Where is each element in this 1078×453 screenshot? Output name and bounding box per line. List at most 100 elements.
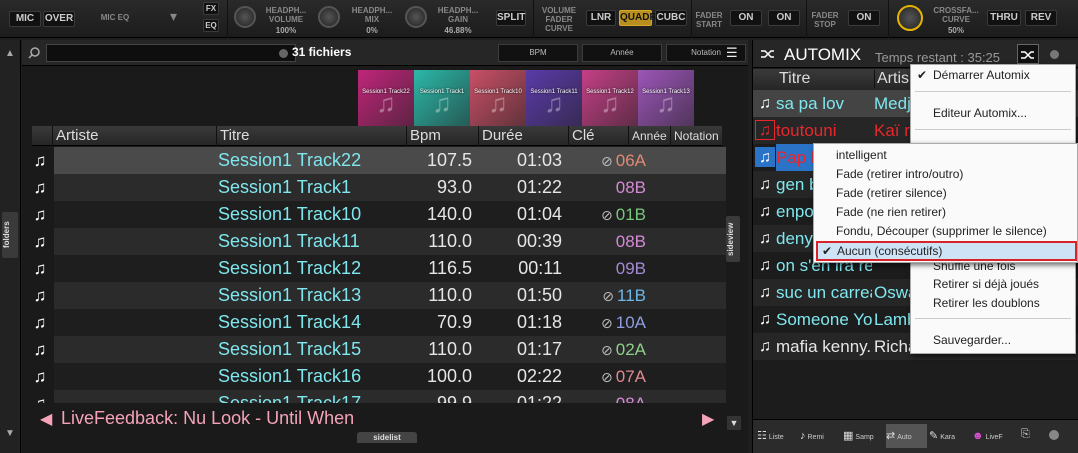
- col-cle[interactable]: Clé: [568, 126, 628, 146]
- cell-bpm: 116.5: [428, 258, 472, 278]
- cover-thumbnail[interactable]: ♫ Session1 Track10: [470, 70, 526, 126]
- filter-bpm[interactable]: BPM: [498, 44, 578, 62]
- table-row[interactable]: ♫ Session1 Track12 116.5 00:11 09B: [22, 255, 726, 282]
- cell-bpm: 70.9: [436, 312, 472, 332]
- browser-scrollbar[interactable]: sideview ▼: [726, 126, 744, 430]
- automix-tab-kara[interactable]: ✎ Kara: [929, 424, 970, 448]
- automix-bottom-tabs: ☷ Liste ♪ Remi ▦ Samp ⇄ Auto ✎ Kara ☻ LiveF ⎘: [753, 419, 1078, 453]
- fader-start-on-2[interactable]: ON: [768, 10, 800, 26]
- automix-tab-auto[interactable]: ⇄ Auto: [886, 424, 927, 448]
- col-notation[interactable]: Notation: [670, 126, 722, 146]
- submenu-fade-silence[interactable]: Fade (retirer silence): [836, 184, 947, 203]
- thru-button[interactable]: THRU: [987, 10, 1021, 26]
- scroll-down-icon[interactable]: ▼: [727, 416, 741, 430]
- automix-tab-samp[interactable]: ▦ Samp: [843, 424, 884, 448]
- col-duree[interactable]: Durée: [478, 126, 568, 146]
- collapse-down-icon[interactable]: ▼: [5, 428, 15, 439]
- col-titre[interactable]: Titre: [216, 126, 406, 146]
- col-annee[interactable]: Année: [628, 126, 670, 146]
- table-row[interactable]: ♫ Session1 Track10 140.0 01:04 ⊘ 01B: [22, 201, 726, 228]
- sidelist-tab[interactable]: sidelist: [357, 432, 417, 443]
- cover-thumbnail[interactable]: ♫ Session1 Track22: [358, 70, 414, 126]
- table-row[interactable]: ♫ Session1 Track13 110.0 01:50 ⊘ 11B: [22, 282, 726, 309]
- submenu-aucun-highlight[interactable]: ✔ Aucun (consécutifs): [816, 241, 1077, 261]
- music-note-icon: ♫: [759, 284, 771, 301]
- automix-tab-liste[interactable]: ☷ Liste: [757, 424, 798, 448]
- mic-button[interactable]: MIC: [9, 11, 41, 27]
- cell-cle-value: 07A: [615, 367, 646, 386]
- collapse-up-icon[interactable]: ▲: [5, 48, 15, 59]
- lnr-button[interactable]: LNR: [586, 10, 616, 26]
- livefeedback-next-icon[interactable]: ▶: [702, 409, 714, 429]
- crossfader-curve-knob[interactable]: [897, 5, 923, 31]
- table-row[interactable]: ♫ Session1 Track17 99.9 01:22 08A: [22, 390, 726, 403]
- cover-thumbnail[interactable]: ♫ Session1 Track13: [638, 70, 694, 126]
- automix-tab-remi[interactable]: ♪ Remi: [800, 424, 841, 448]
- table-row[interactable]: ♫ Session1 Track14 70.9 01:18 ⊘ 10A: [22, 309, 726, 336]
- automix-col-artiste[interactable]: Artis: [874, 70, 909, 88]
- sideview-tab[interactable]: sideview: [726, 216, 740, 262]
- list-icon: ☷: [757, 430, 767, 442]
- submenu-intelligent[interactable]: intelligent: [836, 146, 887, 165]
- automix-cell-titre: mafia kenny...: [776, 337, 872, 356]
- panel-options-dot-icon[interactable]: [1049, 430, 1059, 440]
- music-note-icon: ♫: [755, 120, 775, 140]
- automix-tab-label: Kara: [940, 434, 956, 441]
- menu-save[interactable]: Sauvegarder...: [933, 331, 1011, 350]
- submenu-fondu-decouper[interactable]: Fondu, Découper (supprimer le silence): [836, 222, 1047, 241]
- mic-eq-knob-icon[interactable]: ▾: [170, 8, 186, 24]
- split-button[interactable]: SPLIT: [496, 10, 526, 26]
- sort-menu-icon[interactable]: ☰: [726, 45, 744, 61]
- row-background: Session1 Track13 110.0 01:50 ⊘ 11B: [54, 282, 726, 309]
- headph-gain-value: 46.88%: [444, 26, 472, 35]
- submenu-fade-intro-outro[interactable]: Fade (retirer intro/outro): [836, 165, 963, 184]
- automix-cell-artiste: Lamba: [874, 310, 914, 329]
- search-input[interactable]: [46, 44, 296, 62]
- submenu-fade-nothing[interactable]: Fade (ne rien retirer): [836, 203, 946, 222]
- menu-remove-played[interactable]: Retirer si déjà joués: [933, 275, 1039, 294]
- menu-remove-duplicates[interactable]: Retirer les doublons: [933, 294, 1040, 313]
- fader-stop-on[interactable]: ON: [848, 10, 880, 26]
- cover-thumbnail[interactable]: ♫ Session1 Track12: [582, 70, 638, 126]
- menu-start-automix[interactable]: Démarrer Automix: [933, 66, 1030, 85]
- browser-search-bar: 31 fichiers BPM Année Notation ☰: [22, 40, 748, 66]
- automix-options-dot-icon[interactable]: [1050, 50, 1059, 59]
- music-note-icon: ♫: [33, 340, 47, 359]
- cover-thumbnail[interactable]: ♫ Session1 Track1: [414, 70, 470, 126]
- search-options-dot-icon[interactable]: [279, 49, 288, 58]
- automix-tab-livef[interactable]: ☻ LiveF: [972, 424, 1013, 448]
- cell-bpm: 100.0: [426, 366, 472, 386]
- headph-mix-knob[interactable]: [318, 6, 340, 28]
- filter-annee[interactable]: Année: [582, 44, 662, 62]
- fader-start-on-1[interactable]: ON: [730, 10, 762, 26]
- table-row[interactable]: ♫ Session1 Track1 93.0 01:22 08B: [22, 174, 726, 201]
- headph-gain-knob[interactable]: [405, 6, 427, 28]
- table-row[interactable]: ♫ Session1 Track15 110.0 01:17 ⊘ 02A: [22, 336, 726, 363]
- cubc-button[interactable]: CUBC: [655, 10, 687, 26]
- col-artiste[interactable]: Artiste: [52, 126, 216, 146]
- folders-tab[interactable]: folders: [2, 212, 18, 258]
- rev-button[interactable]: REV: [1025, 10, 1057, 26]
- automix-shuffle-button[interactable]: [1017, 44, 1039, 64]
- cell-cle: 08B: [574, 228, 646, 255]
- music-note-icon: ♫: [759, 203, 771, 220]
- eq-button[interactable]: EQ: [203, 19, 219, 32]
- quadr-button[interactable]: QUADR: [619, 10, 657, 26]
- fx-button[interactable]: FX: [203, 2, 219, 15]
- livefeedback-prev-icon[interactable]: ◀: [40, 409, 52, 429]
- file-count: 31 fichiers: [292, 45, 352, 59]
- menu-automix-editor[interactable]: Editeur Automix...: [933, 104, 1027, 123]
- music-note-icon: ♫: [759, 257, 771, 274]
- automix-col-titre[interactable]: Titre: [779, 70, 810, 88]
- headph-volume-knob[interactable]: [234, 6, 256, 28]
- table-row[interactable]: ♫ Session1 Track11 110.0 00:39 08B: [22, 228, 726, 255]
- table-row[interactable]: ♫ Session1 Track22 107.5 01:03 ⊘ 06A: [22, 147, 726, 174]
- automix-cell-titre: sa pa lov: [776, 94, 845, 113]
- transition-submenu: intelligent Fade (retirer intro/outro) F…: [813, 143, 1078, 263]
- col-bpm[interactable]: Bpm: [406, 126, 478, 146]
- record-video-icon[interactable]: ⎘: [1021, 428, 1041, 442]
- cover-thumbnail[interactable]: ♫ Session1 Track11: [526, 70, 582, 126]
- over-button[interactable]: OVER: [43, 11, 75, 27]
- cell-duree: 01:04: [516, 204, 562, 224]
- table-row[interactable]: ♫ Session1 Track16 100.0 02:22 ⊘ 07A: [22, 363, 726, 390]
